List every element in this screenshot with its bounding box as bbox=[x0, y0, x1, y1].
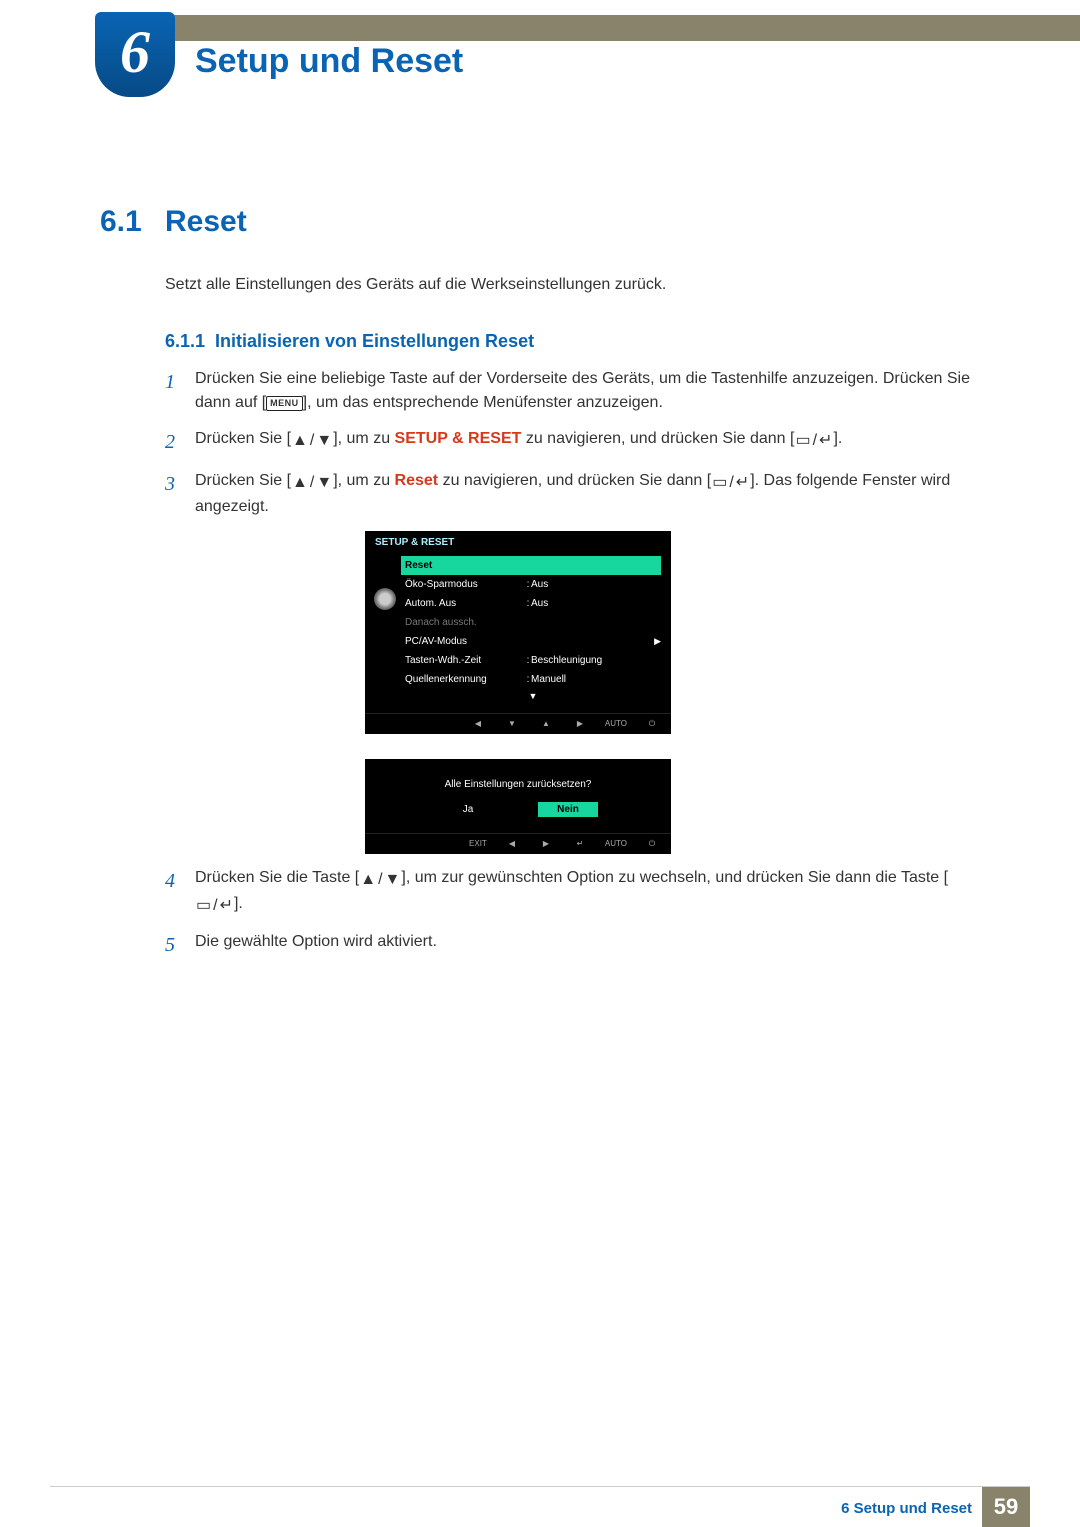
step-number: 2 bbox=[165, 427, 195, 457]
osd-row: Quellenerkennung:Manuell bbox=[405, 670, 661, 689]
up-down-key-icon: ▲/▼ bbox=[291, 471, 333, 495]
footer-text: 6 Setup und Reset bbox=[841, 1500, 972, 1517]
enter-key-icon: ▭/↵ bbox=[195, 894, 234, 918]
left-key-icon: ◀ bbox=[469, 719, 487, 728]
chapter-header: 6 Setup und Reset bbox=[0, 0, 1080, 120]
subsection-number: 6.1.1 bbox=[165, 331, 215, 352]
subsection-heading: 6.1.1 Initialisieren von Einstellungen R… bbox=[165, 331, 1080, 352]
menu-key-icon: MENU bbox=[266, 396, 303, 412]
osd-row: PC/AV-Modus▶ bbox=[405, 632, 661, 651]
osd-row: Öko-Sparmodus:Aus bbox=[405, 575, 661, 594]
osd-side-icon bbox=[365, 554, 405, 713]
step-text: Drücken Sie [▲/▼], um zu Reset zu navigi… bbox=[195, 469, 975, 519]
up-key-icon: ▲ bbox=[537, 719, 555, 728]
right-key-icon: ▶ bbox=[537, 839, 555, 848]
osd-screenshots: SETUP & RESET Reset Öko-Sparmodus:Aus Au… bbox=[365, 531, 975, 854]
left-key-icon: ◀ bbox=[503, 839, 521, 848]
step-list: 1 Drücken Sie eine beliebige Taste auf d… bbox=[165, 367, 975, 960]
chapter-number: 6 bbox=[95, 18, 175, 87]
step-number: 3 bbox=[165, 469, 195, 519]
confirm-yes: Ja bbox=[438, 802, 498, 817]
power-key-icon: ⏻ bbox=[643, 839, 661, 849]
down-key-icon: ▼ bbox=[503, 719, 521, 728]
enter-key-icon: ↵ bbox=[571, 839, 589, 848]
subsection-title: Initialisieren von Einstellungen Reset bbox=[215, 331, 534, 352]
page-number: 59 bbox=[982, 1487, 1030, 1527]
chapter-title: Setup und Reset bbox=[195, 42, 463, 81]
power-key-icon: ⏻ bbox=[643, 719, 661, 729]
osd-setup-reset: SETUP & RESET Reset Öko-Sparmodus:Aus Au… bbox=[365, 531, 671, 734]
step-number: 5 bbox=[165, 930, 195, 960]
osd-row-reset: Reset bbox=[401, 556, 661, 575]
enter-key-icon: ▭/↵ bbox=[794, 429, 833, 453]
auto-key-label: AUTO bbox=[605, 719, 627, 728]
step-3: 3 Drücken Sie [▲/▼], um zu Reset zu navi… bbox=[165, 469, 975, 519]
osd-row-disabled: Danach aussch. bbox=[405, 613, 661, 632]
up-down-key-icon: ▲/▼ bbox=[359, 868, 401, 892]
chapter-badge: 6 bbox=[95, 12, 175, 97]
osd-confirm: Alle Einstellungen zurücksetzen? Ja Nein… bbox=[365, 759, 671, 854]
step-text: Die gewählte Option wird aktiviert. bbox=[195, 930, 975, 960]
osd-row: Autom. Aus:Aus bbox=[405, 594, 661, 613]
scroll-down-icon: ▼ bbox=[405, 689, 661, 705]
osd-footer-keys: ◀ ▼ ▲ ▶ AUTO ⏻ bbox=[365, 713, 671, 734]
exit-key-label: EXIT bbox=[469, 839, 487, 848]
section-title: Reset bbox=[165, 205, 247, 239]
section-intro: Setzt alle Einstellungen des Geräts auf … bbox=[165, 274, 975, 296]
right-key-icon: ▶ bbox=[571, 719, 589, 728]
step-text: Drücken Sie eine beliebige Taste auf der… bbox=[195, 367, 975, 415]
step-text: Drücken Sie die Taste [▲/▼], um zur gewü… bbox=[195, 866, 975, 918]
up-down-key-icon: ▲/▼ bbox=[291, 429, 333, 453]
step-number: 1 bbox=[165, 367, 195, 415]
confirm-no: Nein bbox=[538, 802, 598, 817]
osd-footer-keys: EXIT ◀ ▶ ↵ AUTO ⏻ bbox=[365, 833, 671, 854]
enter-key-icon: ▭/↵ bbox=[711, 471, 750, 495]
section-number: 6.1 bbox=[100, 205, 165, 239]
osd-rows: Reset Öko-Sparmodus:Aus Autom. Aus:Aus D… bbox=[405, 554, 671, 713]
page-footer: 6 Setup und Reset 59 bbox=[0, 1487, 1080, 1527]
step-number: 4 bbox=[165, 866, 195, 918]
highlight-reset: Reset bbox=[395, 472, 439, 489]
header-bar bbox=[170, 15, 1080, 41]
osd-title: SETUP & RESET bbox=[365, 531, 671, 554]
highlight-setup-reset: SETUP & RESET bbox=[395, 430, 522, 447]
step-text: Drücken Sie [▲/▼], um zu SETUP & RESET z… bbox=[195, 427, 975, 457]
step-2: 2 Drücken Sie [▲/▼], um zu SETUP & RESET… bbox=[165, 427, 975, 457]
section-heading: 6.1 Reset bbox=[100, 205, 1080, 239]
submenu-arrow-icon: ▶ bbox=[654, 636, 661, 647]
gear-icon bbox=[374, 588, 396, 610]
step-5: 5 Die gewählte Option wird aktiviert. bbox=[165, 930, 975, 960]
osd-row: Tasten-Wdh.-Zeit:Beschleunigung bbox=[405, 651, 661, 670]
step-1: 1 Drücken Sie eine beliebige Taste auf d… bbox=[165, 367, 975, 415]
step-4: 4 Drücken Sie die Taste [▲/▼], um zur ge… bbox=[165, 866, 975, 918]
auto-key-label: AUTO bbox=[605, 839, 627, 848]
confirm-message: Alle Einstellungen zurücksetzen? bbox=[365, 759, 671, 802]
